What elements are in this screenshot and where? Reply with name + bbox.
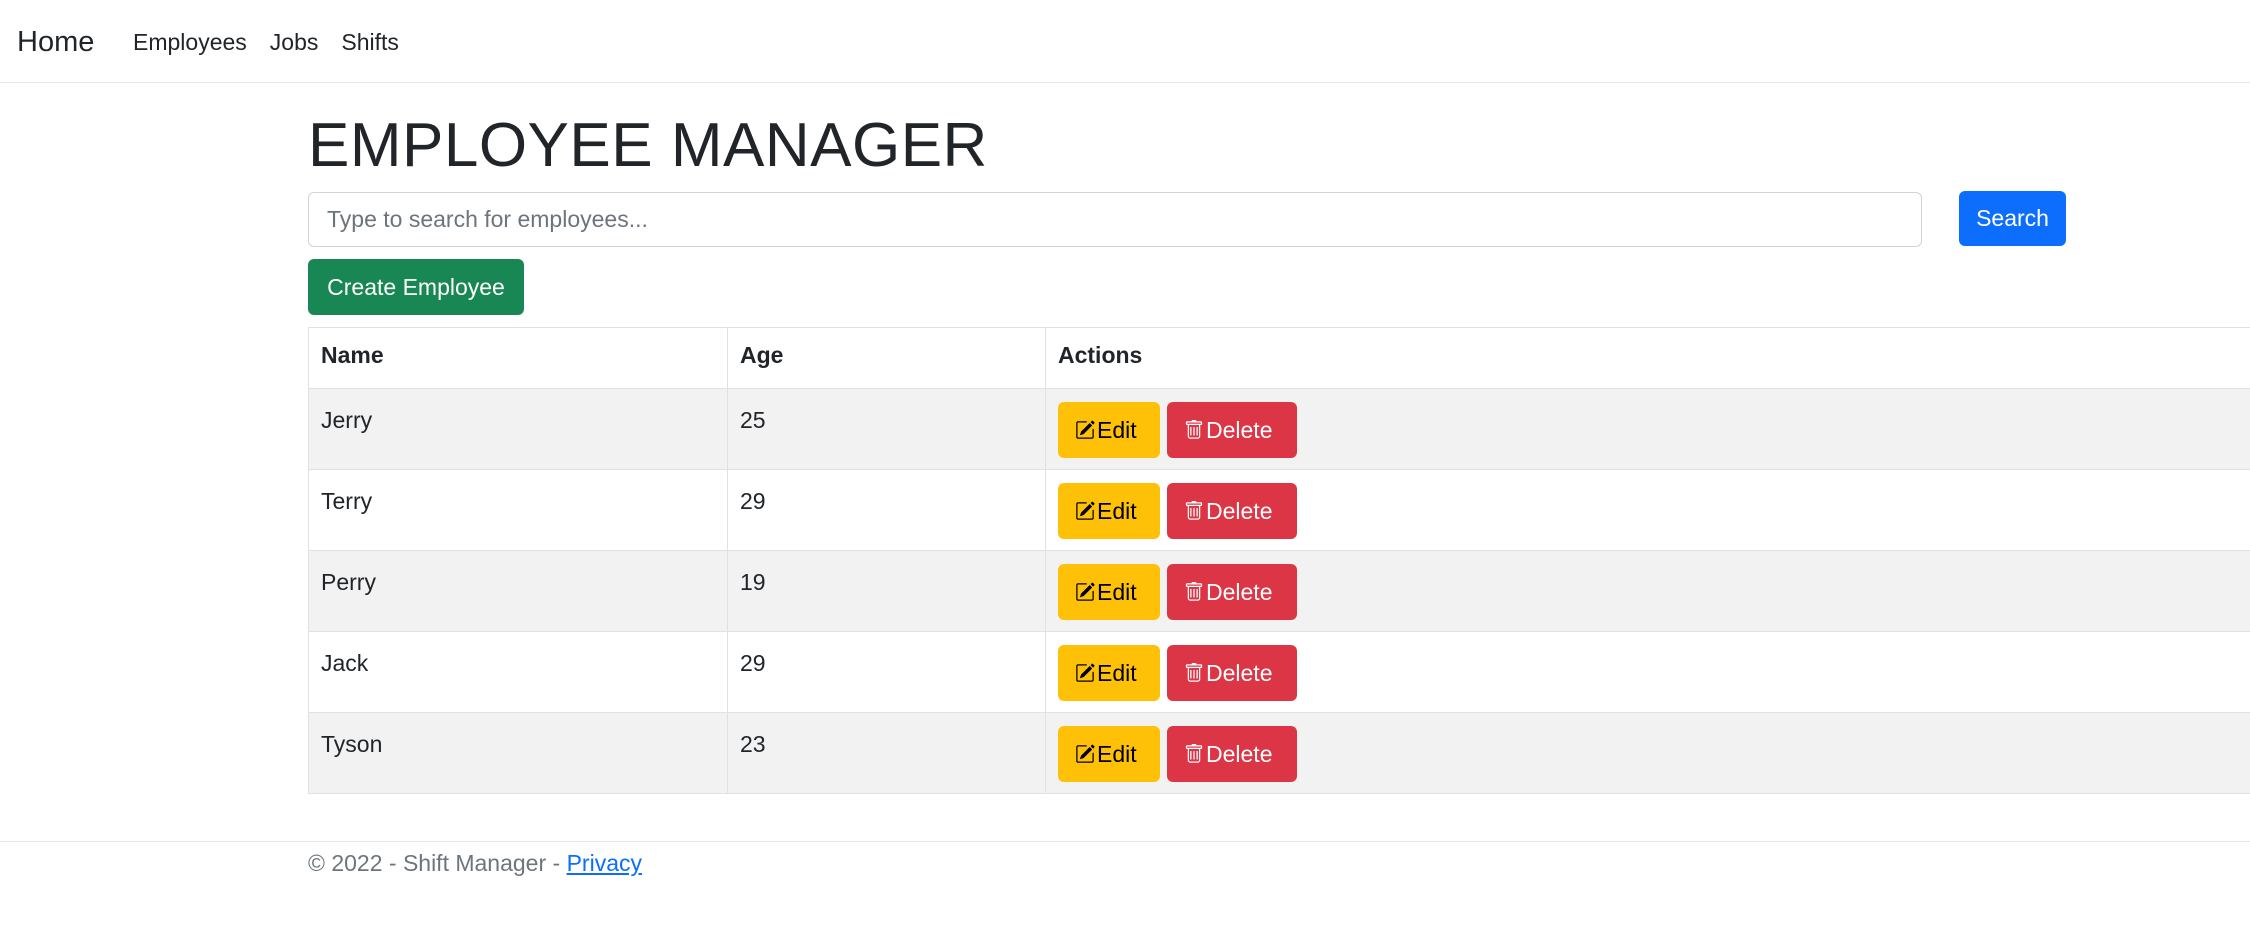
edit-button[interactable]: Edit (1058, 402, 1160, 458)
edit-button[interactable]: Edit (1058, 726, 1160, 782)
create-employee-button[interactable]: Create Employee (308, 259, 524, 315)
cell-age: 29 (727, 469, 1046, 551)
delete-label: Delete (1206, 659, 1273, 686)
trash-icon (1184, 420, 1206, 440)
privacy-link[interactable]: Privacy (567, 850, 642, 876)
cell-name: Jack (308, 631, 728, 713)
employee-table-container: Name Age Actions Jerry 25 Edit Delete Terry 2… (308, 327, 2250, 794)
cell-age: 23 (727, 712, 1046, 794)
cell-name: Terry (308, 469, 728, 551)
delete-button[interactable]: Delete (1167, 402, 1297, 458)
delete-label: Delete (1206, 578, 1273, 605)
table-row: Jack 29 Edit Delete (308, 631, 2250, 713)
pencil-square-icon (1075, 420, 1097, 440)
header-name: Name (308, 327, 728, 389)
edit-label: Edit (1097, 497, 1137, 524)
navbar: Home Employees Jobs Shifts (0, 0, 2250, 83)
footer-divider (0, 841, 2250, 842)
delete-button[interactable]: Delete (1167, 645, 1297, 701)
footer: © 2022 - Shift Manager - Privacy (308, 847, 642, 879)
edit-button[interactable]: Edit (1058, 645, 1160, 701)
edit-label: Edit (1097, 416, 1137, 443)
cell-age: 25 (727, 388, 1046, 470)
search-button[interactable]: Search (1959, 191, 2066, 246)
nav-link-jobs[interactable]: Jobs (270, 25, 319, 59)
header-actions: Actions (1045, 327, 2250, 389)
table-body: Jerry 25 Edit Delete Terry 29 Edit Delete Perry 1… (308, 388, 2250, 794)
header-age: Age (727, 327, 1046, 389)
cell-age: 19 (727, 550, 1046, 632)
edit-button[interactable]: Edit (1058, 483, 1160, 539)
delete-button[interactable]: Delete (1167, 726, 1297, 782)
edit-label: Edit (1097, 740, 1137, 767)
cell-actions: Edit Delete (1045, 550, 2250, 632)
pencil-square-icon (1075, 582, 1097, 602)
employee-table: Name Age Actions Jerry 25 Edit Delete Terry 2… (308, 327, 2250, 794)
nav-links: Employees Jobs Shifts (133, 25, 422, 59)
trash-icon (1184, 744, 1206, 764)
cell-name: Perry (308, 550, 728, 632)
table-row: Terry 29 Edit Delete (308, 469, 2250, 551)
table-row: Jerry 25 Edit Delete (308, 388, 2250, 470)
cell-actions: Edit Delete (1045, 469, 2250, 551)
cell-age: 29 (727, 631, 1046, 713)
delete-button[interactable]: Delete (1167, 483, 1297, 539)
delete-button[interactable]: Delete (1167, 564, 1297, 620)
cell-name: Tyson (308, 712, 728, 794)
cell-actions: Edit Delete (1045, 712, 2250, 794)
cell-name: Jerry (308, 388, 728, 470)
cell-actions: Edit Delete (1045, 631, 2250, 713)
brand-home-link[interactable]: Home (17, 22, 94, 62)
nav-link-employees[interactable]: Employees (133, 25, 247, 59)
nav-link-shifts[interactable]: Shifts (341, 25, 399, 59)
trash-icon (1184, 582, 1206, 602)
pencil-square-icon (1075, 501, 1097, 521)
trash-icon (1184, 501, 1206, 521)
page-title: EMPLOYEE MANAGER (308, 111, 988, 180)
table-row: Perry 19 Edit Delete (308, 550, 2250, 632)
edit-button[interactable]: Edit (1058, 564, 1160, 620)
table-row: Tyson 23 Edit Delete (308, 712, 2250, 794)
footer-copyright: © 2022 - Shift Manager - (308, 850, 567, 876)
cell-actions: Edit Delete (1045, 388, 2250, 470)
table-header-row: Name Age Actions (308, 327, 2250, 389)
edit-label: Edit (1097, 578, 1137, 605)
delete-label: Delete (1206, 497, 1273, 524)
delete-label: Delete (1206, 740, 1273, 767)
delete-label: Delete (1206, 416, 1273, 443)
pencil-square-icon (1075, 663, 1097, 683)
search-input[interactable] (308, 192, 1922, 247)
pencil-square-icon (1075, 744, 1097, 764)
trash-icon (1184, 663, 1206, 683)
edit-label: Edit (1097, 659, 1137, 686)
